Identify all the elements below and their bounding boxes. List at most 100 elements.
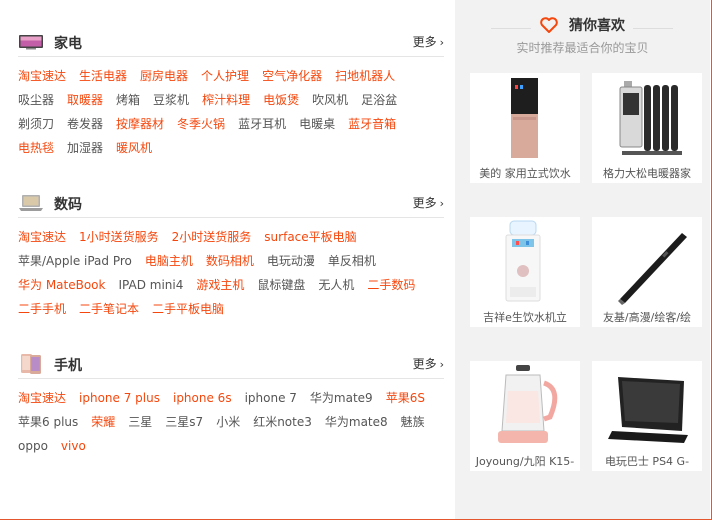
category-link[interactable]: 华为mate8	[325, 410, 388, 434]
more-link[interactable]: 更多 ›	[413, 33, 444, 50]
chevron-right-icon: ›	[439, 358, 444, 371]
category-link[interactable]: 吹风机	[312, 88, 348, 112]
category-link[interactable]: 榨汁料理	[202, 88, 250, 112]
product-card[interactable]: 友基/高漫/绘客/绘	[592, 217, 702, 327]
product-card[interactable]: 吉祥e生饮水机立	[470, 217, 580, 327]
product-caption: 吉祥e生饮水机立	[483, 311, 567, 324]
product-card[interactable]: 美的 家用立式饮水	[470, 73, 580, 183]
category-link[interactable]: 生活电器	[79, 64, 127, 88]
stylus-pen-icon	[618, 233, 687, 305]
heart-icon	[540, 16, 558, 33]
category-link[interactable]: 苹果/Apple iPad Pro	[18, 249, 132, 273]
section-title: 家电	[54, 36, 82, 52]
category-link[interactable]: 蓝牙耳机	[238, 112, 286, 136]
section-title: 数码	[54, 197, 82, 213]
category-link[interactable]: 淘宝速达	[18, 225, 66, 249]
section-digital: 数码 更多 › 淘宝速达 1小时送货服务 2小时送货服务 surface平板电脑苹果/A…	[18, 191, 444, 321]
category-link[interactable]: 电饭煲	[263, 88, 299, 112]
category-link[interactable]: 游戏主机	[196, 273, 244, 297]
category-link[interactable]: 电暖桌	[299, 112, 335, 136]
category-link[interactable]: 二手笔记本	[79, 297, 139, 321]
category-link[interactable]: 魅族	[401, 410, 425, 434]
monitor-icon	[608, 377, 688, 443]
product-caption: 美的 家用立式饮水	[479, 167, 571, 180]
guess-you-like-panel: 猜你喜欢 实时推荐最适合你的宝贝 美的 家用立式饮水 格力大松电暖器家 吉祥e生…	[455, 0, 710, 519]
section-header: 家电 更多 ›	[18, 30, 444, 57]
guess-header: 猜你喜欢	[455, 14, 710, 35]
category-link[interactable]: 三星	[128, 410, 152, 434]
guess-title: 猜你喜欢	[569, 17, 626, 34]
water-dispenser-black-icon	[511, 78, 538, 158]
category-link[interactable]: 个人护理	[201, 64, 249, 88]
chevron-right-icon: ›	[439, 197, 444, 210]
category-link[interactable]: 取暖器	[67, 88, 103, 112]
category-link[interactable]: iphone 6s	[173, 386, 232, 410]
product-caption: Joyoung/九阳 K15-	[475, 455, 575, 468]
category-link[interactable]: 二手平板电脑	[152, 297, 224, 321]
section-appliances: 家电 更多 › 淘宝速达 生活电器 厨房电器 个人护理 空气净化器 扫地机器人吸尘器 取暖器烤…	[18, 30, 444, 160]
more-link[interactable]: 更多 ›	[413, 355, 444, 372]
category-link[interactable]: 苹果6 plus	[18, 410, 78, 434]
category-link[interactable]: 淘宝速达	[18, 64, 66, 88]
category-link[interactable]: 烤箱	[116, 88, 140, 112]
category-link[interactable]: 足浴盆	[361, 88, 397, 112]
category-link[interactable]: surface平板电脑	[264, 225, 356, 249]
category-link[interactable]: 二手数码	[367, 273, 415, 297]
water-dispenser-white-icon	[505, 220, 541, 302]
oil-heater-icon	[619, 81, 682, 155]
chevron-right-icon: ›	[439, 36, 444, 49]
category-link[interactable]: 二手手机	[18, 297, 66, 321]
category-link[interactable]: 三星s7	[165, 410, 203, 434]
category-link[interactable]: iphone 7 plus	[79, 386, 160, 410]
category-link[interactable]: 苹果6S	[386, 386, 425, 410]
category-link[interactable]: 小米	[216, 410, 240, 434]
category-link[interactable]: 加湿器	[67, 136, 103, 160]
category-link[interactable]: oppo	[18, 434, 48, 458]
category-link[interactable]: 华为 MateBook	[18, 273, 105, 297]
product-caption: 友基/高漫/绘客/绘	[602, 311, 692, 324]
category-link[interactable]: 单反相机	[328, 249, 376, 273]
category-link[interactable]: iphone 7	[245, 386, 297, 410]
category-link[interactable]: 2小时送货服务	[172, 225, 252, 249]
tv-icon	[19, 35, 43, 50]
category-link[interactable]: 蓝牙音箱	[348, 112, 396, 136]
link-list: 淘宝速达 iphone 7 plus iphone 6s iphone 7 华为mate…	[18, 386, 444, 458]
guess-subtitle: 实时推荐最适合你的宝贝	[516, 41, 649, 55]
product-card[interactable]: 格力大松电暖器家	[592, 73, 702, 183]
kettle-icon	[498, 365, 558, 443]
category-link[interactable]: 厨房电器	[140, 64, 188, 88]
category-link[interactable]: 荣耀	[91, 410, 115, 434]
category-link[interactable]: 豆浆机	[153, 88, 189, 112]
product-card[interactable]: Joyoung/九阳 K15-	[470, 361, 580, 471]
category-link[interactable]: 电热毯	[18, 136, 54, 160]
category-link[interactable]: 数码相机	[206, 249, 254, 273]
category-link[interactable]: 吸尘器	[18, 88, 54, 112]
category-link[interactable]: 暖风机	[116, 136, 152, 160]
product-caption: 电玩巴士 PS4 G-	[604, 455, 690, 468]
section-title: 手机	[54, 358, 82, 374]
category-link[interactable]: 电玩动漫	[267, 249, 315, 273]
category-link[interactable]: 剃须刀	[18, 112, 54, 136]
category-link[interactable]: 无人机	[318, 273, 354, 297]
product-caption: 格力大松电暖器家	[603, 167, 691, 180]
section-phones: 手机 更多 › 淘宝速达 iphone 7 plus iphone 6s iphone …	[18, 352, 444, 458]
category-link[interactable]: 1小时送货服务	[79, 225, 159, 249]
more-link[interactable]: 更多 ›	[413, 194, 444, 211]
category-panel: 家电 更多 › 淘宝速达 生活电器 厨房电器 个人护理 空气净化器 扫地机器人吸尘器 取暖器烤…	[0, 0, 455, 519]
category-link[interactable]: vivo	[61, 434, 86, 458]
category-link[interactable]: 电脑主机	[145, 249, 193, 273]
category-link[interactable]: IPAD mini4	[118, 273, 183, 297]
category-link[interactable]: 红米note3	[253, 410, 312, 434]
category-link[interactable]: 空气净化器	[262, 64, 322, 88]
more-label: 更多	[412, 196, 437, 210]
category-link[interactable]: 冬季火锅	[177, 112, 225, 136]
category-link[interactable]: 鼠标键盘	[257, 273, 305, 297]
product-card[interactable]: 电玩巴士 PS4 G-	[592, 361, 702, 471]
category-link[interactable]: 淘宝速达	[18, 386, 66, 410]
category-link[interactable]: 华为mate9	[310, 386, 373, 410]
category-link[interactable]: 卷发器	[67, 112, 103, 136]
link-list: 淘宝速达 1小时送货服务 2小时送货服务 surface平板电脑苹果/Apple iP…	[18, 225, 444, 321]
category-link[interactable]: 扫地机器人	[335, 64, 395, 88]
category-link[interactable]: 按摩器材	[116, 112, 164, 136]
more-label: 更多	[412, 35, 437, 49]
